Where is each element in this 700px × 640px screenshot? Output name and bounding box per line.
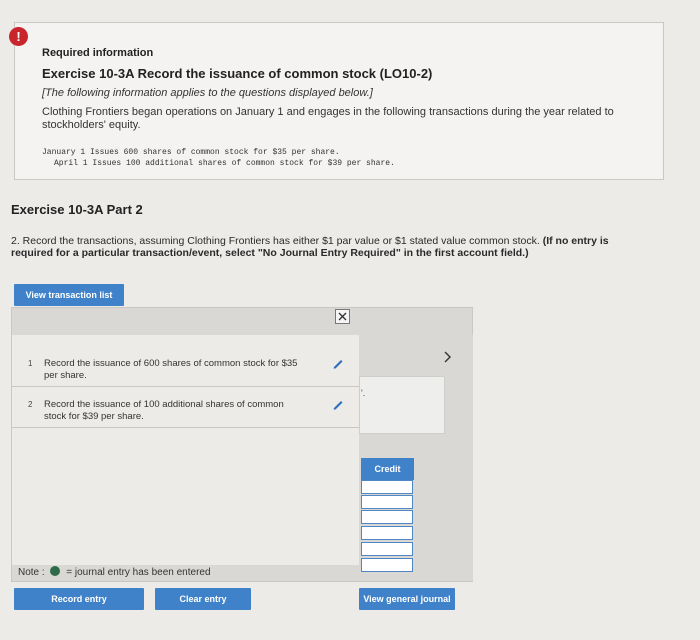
truncated-text: '. (361, 388, 366, 398)
credit-column-header: Credit (361, 458, 414, 480)
credit-input-6[interactable] (361, 558, 413, 572)
close-list-button[interactable] (335, 309, 350, 324)
close-icon (338, 312, 347, 321)
credit-input-2[interactable] (361, 495, 413, 509)
transaction-number: 2 (28, 400, 33, 409)
clear-entry-button[interactable]: Clear entry (155, 588, 251, 610)
legend-prefix: Note : (18, 567, 45, 578)
transaction-line-2: April 1 Issues 100 additional shares of … (54, 159, 395, 168)
transaction-description: Record the issuance of 600 shares of com… (44, 358, 298, 381)
pencil-icon[interactable] (332, 398, 344, 410)
record-entry-button[interactable]: Record entry (14, 588, 144, 610)
credit-input-5[interactable] (361, 542, 413, 556)
part-title: Exercise 10-3A Part 2 (11, 202, 143, 217)
part-instructions: 2. Record the transactions, assuming Clo… (11, 235, 651, 259)
credit-input-3[interactable] (361, 510, 413, 524)
view-transaction-list-button[interactable]: View transaction list (14, 284, 124, 306)
transaction-list-item[interactable]: 1 Record the issuance of 600 shares of c… (12, 349, 359, 387)
journal-entry-worksheet (359, 376, 445, 434)
credit-input-4[interactable] (361, 526, 413, 540)
legend-note: Note : = journal entry has been entered (18, 566, 211, 578)
pencil-icon[interactable] (332, 357, 344, 369)
legend-text: = journal entry has been entered (66, 567, 211, 578)
entered-dot-icon (50, 566, 61, 576)
info-note: [The following information applies to th… (42, 87, 373, 99)
exercise-title: Exercise 10-3A Record the issuance of co… (42, 66, 433, 81)
scenario-text: Clothing Frontiers began operations on J… (42, 106, 614, 131)
credit-input-1[interactable] (361, 480, 413, 494)
required-info-heading: Required information (42, 47, 154, 59)
instruction-text: 2. Record the transactions, assuming Clo… (11, 235, 540, 247)
view-general-journal-button[interactable]: View general journal (359, 588, 455, 610)
chevron-right-icon[interactable] (442, 350, 452, 364)
transaction-list-item[interactable]: 2 Record the issuance of 100 additional … (12, 390, 359, 428)
transaction-line-1: January 1 Issues 600 shares of common st… (42, 148, 340, 157)
transaction-number: 1 (28, 359, 33, 368)
transaction-description: Record the issuance of 100 additional sh… (44, 399, 284, 422)
